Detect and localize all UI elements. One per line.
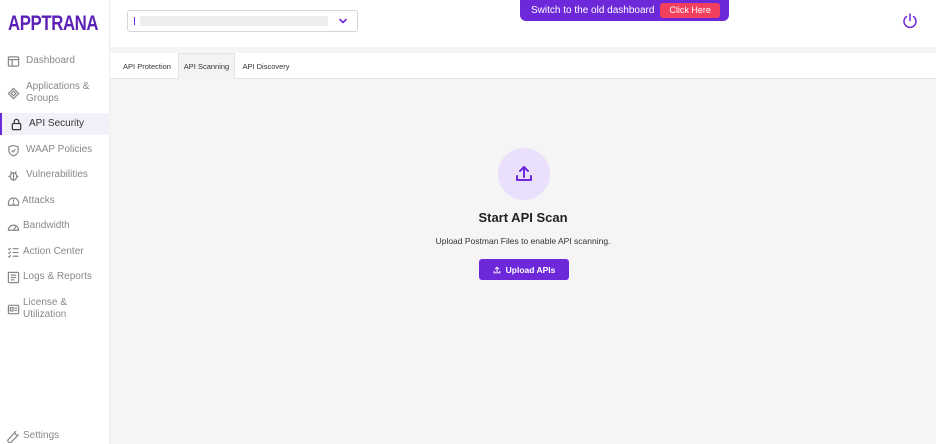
license-icon	[5, 301, 21, 317]
application-select-value	[140, 16, 328, 26]
logs-icon	[5, 269, 21, 285]
page-subtitle: Upload Postman Files to enable API scann…	[435, 236, 611, 246]
applications-icon	[5, 85, 21, 101]
sidebar-item-dashboard[interactable]: Dashboard	[0, 54, 110, 68]
sidebar-item-label: Applications & Groups	[26, 81, 90, 104]
dashboard-icon	[5, 53, 21, 69]
sidebar-item-license-utilization[interactable]: License & Utilization	[0, 297, 110, 321]
sidebar: APPTRANA Dashboard Applications & Groups…	[0, 0, 110, 444]
chevron-down-icon[interactable]	[337, 15, 349, 27]
gauge-icon	[5, 218, 21, 234]
sidebar-item-label: License & Utilization	[23, 297, 67, 320]
sidebar-item-label: Action Center	[23, 246, 84, 257]
sidebar-item-waap-policies[interactable]: WAAP Policies	[0, 143, 110, 157]
upload-apis-label: Upload APIs	[505, 264, 556, 275]
sidebar-item-logs-reports[interactable]: Logs & Reports	[0, 270, 110, 284]
alert-icon	[5, 193, 21, 209]
sidebar-item-label: Settings	[23, 430, 60, 441]
main-content: Start API Scan Upload Postman Files to e…	[110, 79, 936, 444]
upload-apis-button[interactable]: Upload APIs	[479, 259, 569, 280]
sidebar-item-label: Vulnerabilities	[26, 169, 88, 180]
lock-icon	[8, 116, 24, 132]
top-header: Switch to the old dashboard Click Here	[110, 0, 936, 47]
sidebar-item-bandwidth[interactable]: Bandwidth	[0, 219, 110, 233]
sidebar-item-label: WAAP Policies	[26, 144, 93, 155]
sidebar-item-label: Bandwidth	[23, 220, 70, 231]
sidebar-item-vulnerabilities[interactable]: Vulnerabilities	[0, 168, 110, 182]
tab-api-discovery[interactable]: API Discovery	[235, 53, 297, 79]
tab-api-scanning[interactable]: API Scanning	[178, 53, 235, 79]
banner-text: Switch to the old dashboard	[531, 5, 655, 16]
upload-small-icon	[493, 266, 500, 273]
bug-icon	[5, 167, 21, 183]
sidebar-item-api-security[interactable]: API Security	[0, 113, 110, 135]
sidebar-item-action-center[interactable]: Action Center	[0, 245, 110, 259]
upload-icon	[516, 166, 532, 181]
click-here-button[interactable]: Click Here	[660, 3, 720, 18]
sidebar-item-settings[interactable]: Settings	[0, 429, 110, 443]
page-title: Start API Scan	[478, 210, 568, 225]
wrench-icon	[5, 428, 21, 444]
api-security-tabs: API Protection API Scanning API Discover…	[110, 53, 936, 79]
application-select[interactable]	[127, 10, 358, 32]
sidebar-item-applications[interactable]: Applications & Groups	[0, 81, 110, 105]
power-icon[interactable]	[901, 12, 919, 30]
sidebar-item-attacks[interactable]: Attacks	[0, 194, 110, 208]
shield-icon	[5, 142, 21, 158]
checklist-icon	[5, 244, 21, 260]
sidebar-item-label: API Security	[29, 118, 85, 129]
sidebar-item-label: Logs & Reports	[23, 271, 92, 282]
sidebar-item-label: Dashboard	[26, 55, 75, 66]
text-cursor	[134, 17, 135, 25]
tab-api-protection[interactable]: API Protection	[116, 53, 178, 79]
sidebar-item-label: Attacks	[22, 195, 55, 206]
apptrana-logo[interactable]: APPTRANA	[8, 12, 99, 36]
upload-icon-badge	[498, 148, 550, 200]
switch-dashboard-banner: Switch to the old dashboard Click Here	[520, 0, 729, 21]
